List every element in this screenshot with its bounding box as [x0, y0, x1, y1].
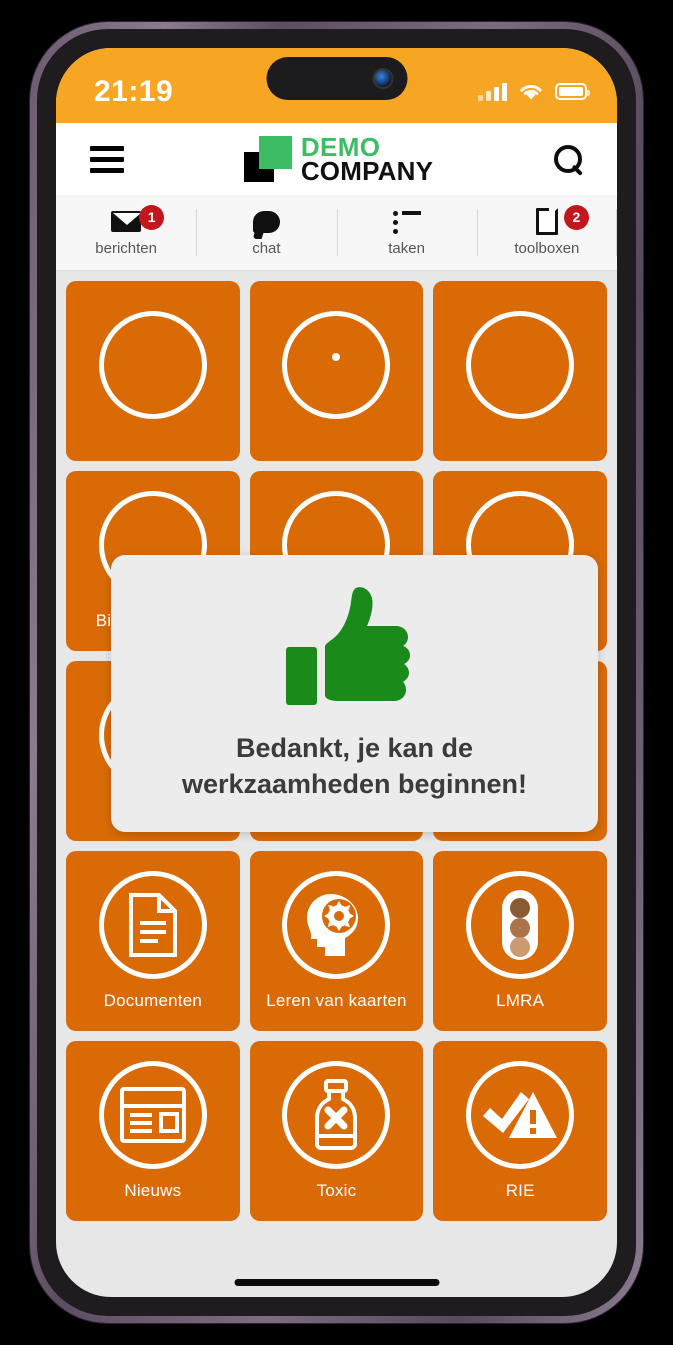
obscured-icon-2: [282, 311, 391, 419]
tile-rie[interactable]: RIE: [433, 1041, 607, 1221]
head-gear-icon: [282, 871, 391, 979]
tile-obscured-2[interactable]: [249, 281, 424, 461]
home-indicator[interactable]: [234, 1279, 439, 1286]
chat-bubble-icon: [252, 210, 280, 233]
quickbar-label-taken: taken: [388, 239, 425, 257]
screenshot-stage: 21:19 DEMO COMPANY 1 berichten chat take…: [0, 0, 673, 1345]
tile-label-documenten: Documenten: [103, 991, 203, 1010]
status-indicators: [478, 70, 590, 101]
quickbar-label-chat: chat: [252, 239, 281, 257]
document-page-icon: [98, 871, 207, 979]
tile-leren-van-kaarten[interactable]: Leren van kaarten: [249, 851, 424, 1031]
tile-label-leren-van-kaarten: Leren van kaarten: [266, 991, 407, 1010]
phone-bezel: 21:19 DEMO COMPANY 1 berichten chat take…: [37, 29, 636, 1316]
traffic-light-icon: [466, 871, 575, 979]
task-list-icon: [392, 210, 421, 234]
status-bar: 21:19: [56, 48, 617, 123]
tile-toxic[interactable]: Toxic: [249, 1041, 424, 1221]
dynamic-island: [266, 57, 407, 100]
logo-text-company: COMPANY: [300, 156, 434, 186]
tile-label-lmra: LMRA: [496, 991, 545, 1010]
modal-title: Bedankt, je kan de werkzaamheden beginne…: [181, 733, 528, 799]
tile-nieuws[interactable]: Nieuws: [66, 1041, 240, 1221]
hamburger-menu-icon[interactable]: [90, 145, 124, 173]
cellular-bars-icon: [478, 82, 507, 101]
newspaper-icon: [98, 1061, 207, 1169]
battery-full-icon: [555, 83, 590, 100]
quickbar-item-toolboxen[interactable]: 2 toolboxen: [476, 195, 617, 270]
berichten-badge: 1: [139, 204, 165, 230]
tile-obscured-3[interactable]: [433, 281, 607, 461]
tile-lmra[interactable]: LMRA: [433, 851, 607, 1031]
company-logo: DEMO COMPANY: [243, 133, 434, 186]
tile-obscured-1[interactable]: [66, 281, 240, 461]
toxic-bottle-icon: [282, 1061, 391, 1169]
thumbs-up-icon: [285, 587, 410, 706]
home-content: Bijeenkomsten Toolboxen Alleen werken: [56, 271, 617, 1297]
app-header: DEMO COMPANY: [56, 123, 617, 195]
tile-label-rie: RIE: [505, 1181, 535, 1200]
toolboxen-badge: 2: [563, 204, 589, 230]
quickbar-label-berichten: berichten: [95, 239, 157, 257]
front-camera-icon: [374, 70, 391, 87]
tile-label-toxic: Toxic: [316, 1181, 357, 1200]
status-time: 21:19: [94, 74, 174, 108]
confirmation-modal[interactable]: Bedankt, je kan de werkzaamheden beginne…: [111, 555, 598, 832]
document-icon: [535, 208, 558, 235]
wifi-icon: [520, 85, 542, 100]
quick-action-bar: 1 berichten chat taken 2 toolboxen: [56, 195, 617, 271]
phone-screen: 21:19 DEMO COMPANY 1 berichten chat take…: [56, 48, 617, 1297]
quickbar-item-berichten[interactable]: 1 berichten: [56, 195, 196, 270]
tile-label-nieuws: Nieuws: [124, 1181, 182, 1200]
quickbar-label-toolboxen: toolboxen: [514, 239, 580, 257]
phone-frame: 21:19 DEMO COMPANY 1 berichten chat take…: [30, 22, 643, 1323]
quickbar-item-taken[interactable]: taken: [336, 195, 477, 270]
tile-documenten[interactable]: Documenten: [66, 851, 240, 1031]
obscured-icon-1: [98, 311, 207, 419]
obscured-icon-3: [466, 311, 575, 419]
logo-mark-icon: [243, 136, 292, 182]
mail-icon: [111, 211, 142, 232]
quickbar-item-chat[interactable]: chat: [196, 195, 336, 270]
search-icon[interactable]: [553, 144, 583, 174]
check-warning-icon: [466, 1061, 575, 1169]
